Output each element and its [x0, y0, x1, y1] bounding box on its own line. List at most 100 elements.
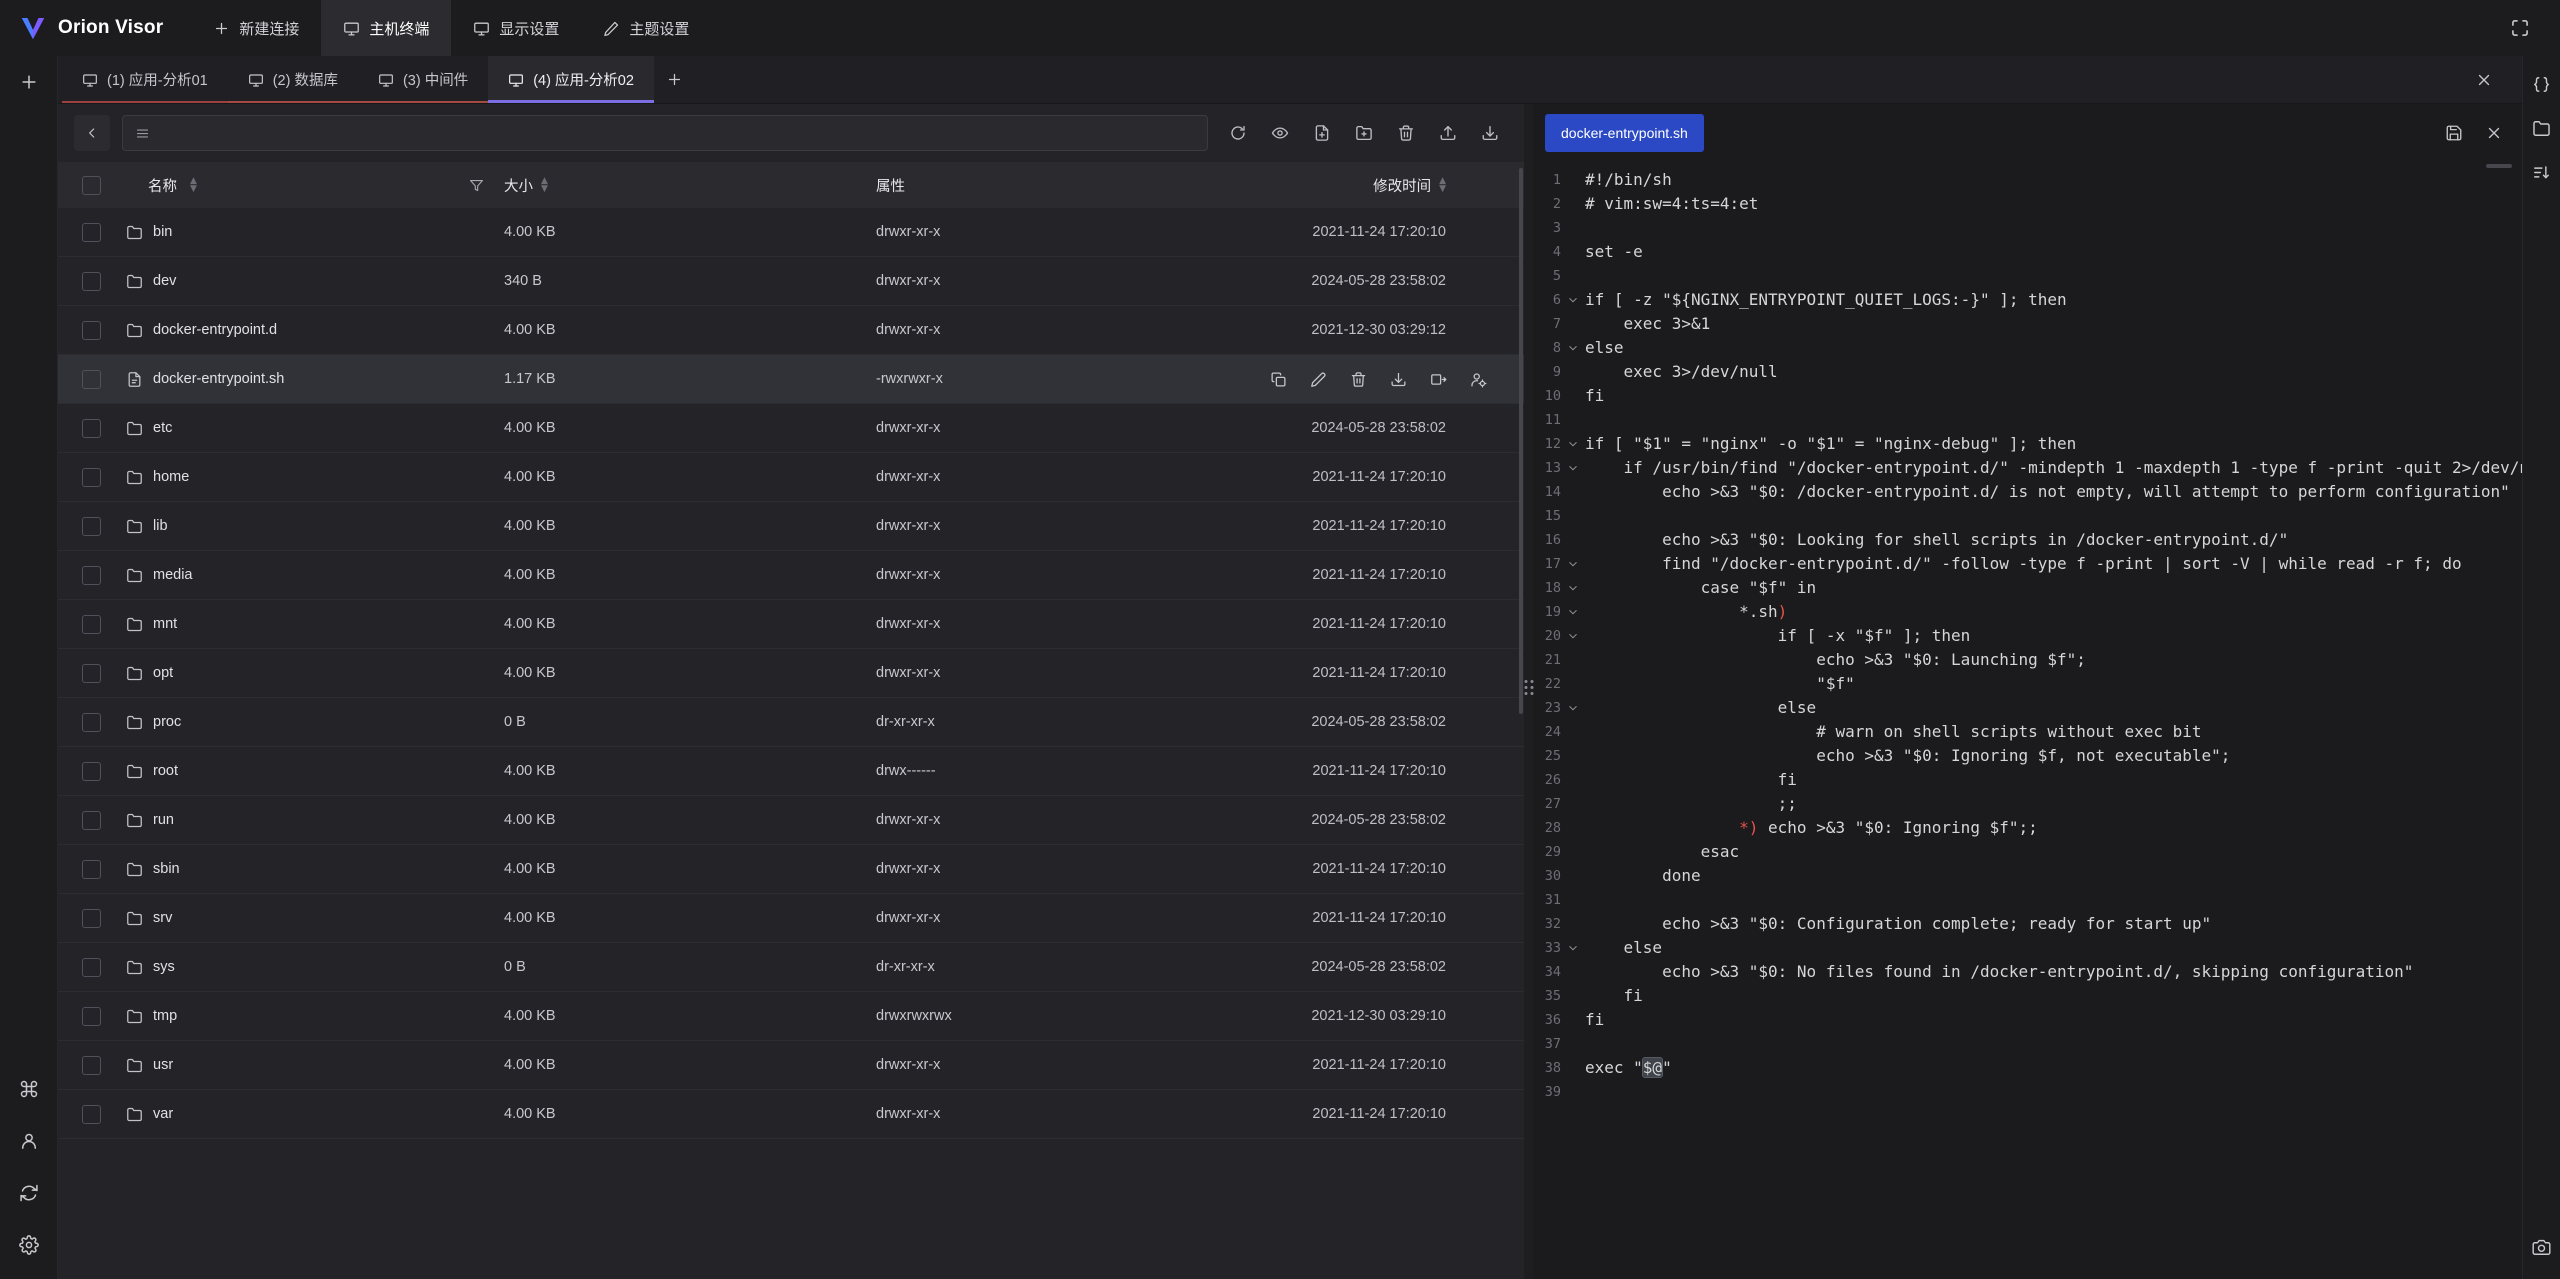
file-row[interactable]: tmp4.00 KBdrwxrwxrwx2021-12-30 03:29:10	[58, 992, 1524, 1041]
file-row[interactable]: var4.00 KBdrwxr-xr-x2021-11-24 17:20:10	[58, 1090, 1524, 1139]
screenshot-button[interactable]	[2528, 1233, 2556, 1261]
file-row[interactable]: opt4.00 KBdrwxr-xr-x2021-11-24 17:20:10	[58, 649, 1524, 698]
sort-carets[interactable]: ▲▼	[1439, 177, 1446, 193]
row-checkbox[interactable]	[82, 713, 101, 732]
add-tab-button[interactable]	[654, 56, 696, 103]
snippets-button[interactable]	[2528, 70, 2556, 98]
sync-button[interactable]	[11, 1175, 47, 1211]
column-header[interactable]: 大小▲▼	[500, 175, 874, 196]
row-checkbox[interactable]	[82, 272, 101, 291]
row-action-download-button[interactable]	[1385, 366, 1411, 392]
code-editor[interactable]: 1#!/bin/sh2# vim:sw=4:ts=4:et34set -e56i…	[1533, 162, 2522, 1279]
preview-button[interactable]	[1262, 115, 1298, 151]
row-action-move-button[interactable]	[1425, 366, 1451, 392]
row-checkbox[interactable]	[82, 664, 101, 683]
file-row[interactable]: bin4.00 KBdrwxr-xr-x2021-11-24 17:20:10	[58, 208, 1524, 257]
row-checkbox[interactable]	[82, 1056, 101, 1075]
row-action-permission-button[interactable]	[1465, 366, 1491, 392]
row-checkbox[interactable]	[82, 615, 101, 634]
column-header[interactable]: 修改时间▲▼	[1248, 175, 1524, 196]
back-button[interactable]	[74, 115, 110, 151]
settings-button[interactable]	[11, 1227, 47, 1263]
row-checkbox[interactable]	[82, 517, 101, 536]
row-checkbox[interactable]	[82, 1007, 101, 1026]
terminal-tab[interactable]: (4) 应用-分析02	[488, 56, 654, 103]
sort-panel-button[interactable]	[2528, 158, 2556, 186]
refresh-button[interactable]	[1220, 115, 1256, 151]
row-checkbox[interactable]	[82, 811, 101, 830]
file-row[interactable]: root4.00 KBdrwx------2021-11-24 17:20:10	[58, 747, 1524, 796]
file-tree-button[interactable]	[2528, 114, 2556, 142]
file-row[interactable]: run4.00 KBdrwxr-xr-x2024-05-28 23:58:02	[58, 796, 1524, 845]
file-row[interactable]: mnt4.00 KBdrwxr-xr-x2021-11-24 17:20:10	[58, 600, 1524, 649]
file-row[interactable]: sys0 Bdr-xr-xr-x2024-05-28 23:58:02	[58, 943, 1524, 992]
file-row[interactable]: proc0 Bdr-xr-xr-x2024-05-28 23:58:02	[58, 698, 1524, 747]
file-row[interactable]: usr4.00 KBdrwxr-xr-x2021-11-24 17:20:10	[58, 1041, 1524, 1090]
fold-chevron-icon[interactable]	[1567, 558, 1579, 570]
fold-chevron-icon[interactable]	[1567, 942, 1579, 954]
file-row[interactable]: media4.00 KBdrwxr-xr-x2021-11-24 17:20:1…	[58, 551, 1524, 600]
fullscreen-button[interactable]	[2502, 10, 2538, 46]
row-checkbox[interactable]	[82, 566, 101, 585]
row-checkbox[interactable]	[82, 958, 101, 977]
menu-item[interactable]: 主题设置	[581, 0, 711, 56]
fold-chevron-icon[interactable]	[1567, 702, 1579, 714]
row-checkbox[interactable]	[82, 468, 101, 487]
editor-close-button[interactable]	[2478, 117, 2510, 149]
fold-chevron-icon[interactable]	[1567, 438, 1579, 450]
file-row[interactable]: etc4.00 KBdrwxr-xr-x2024-05-28 23:58:02	[58, 404, 1524, 453]
file-row[interactable]: docker-entrypoint.sh1.17 KB-rwxrwxr-x	[58, 355, 1524, 404]
new-terminal-button[interactable]	[11, 64, 47, 100]
sort-carets[interactable]: ▲▼	[190, 177, 197, 193]
row-checkbox[interactable]	[82, 762, 101, 781]
file-list-scrollbar[interactable]	[1519, 168, 1523, 714]
new-file-button[interactable]	[1304, 115, 1340, 151]
row-action-edit-button[interactable]	[1305, 366, 1331, 392]
new-folder-button[interactable]	[1346, 115, 1382, 151]
row-checkbox[interactable]	[82, 321, 101, 340]
path-input[interactable]	[160, 125, 1195, 141]
filter-funnel-icon[interactable]	[469, 178, 484, 193]
sort-carets[interactable]: ▲▼	[541, 177, 548, 193]
save-button[interactable]	[2438, 117, 2470, 149]
fold-chevron-icon[interactable]	[1567, 606, 1579, 618]
file-row[interactable]: srv4.00 KBdrwxr-xr-x2021-11-24 17:20:10	[58, 894, 1524, 943]
editor-scrollbar[interactable]	[2486, 164, 2512, 168]
column-header[interactable]: 属性	[874, 175, 1248, 196]
row-checkbox[interactable]	[82, 370, 101, 389]
editor-file-tab[interactable]: docker-entrypoint.sh	[1545, 114, 1704, 152]
row-checkbox[interactable]	[82, 419, 101, 438]
terminal-tab[interactable]: (1) 应用-分析01	[62, 56, 228, 103]
brand[interactable]: Orion Visor	[18, 13, 163, 43]
menu-item[interactable]: 主机终端	[321, 0, 451, 56]
file-row[interactable]: lib4.00 KBdrwxr-xr-x2021-11-24 17:20:10	[58, 502, 1524, 551]
row-checkbox[interactable]	[82, 860, 101, 879]
file-row[interactable]: home4.00 KBdrwxr-xr-x2021-11-24 17:20:10	[58, 453, 1524, 502]
row-action-delete-button[interactable]	[1345, 366, 1371, 392]
user-button[interactable]	[11, 1123, 47, 1159]
fold-chevron-icon[interactable]	[1567, 462, 1579, 474]
terminal-tab[interactable]: (2) 数据库	[228, 56, 358, 103]
file-row[interactable]: sbin4.00 KBdrwxr-xr-x2021-11-24 17:20:10	[58, 845, 1524, 894]
panel-splitter[interactable]	[1524, 104, 1533, 1279]
close-terminal-button[interactable]	[2462, 56, 2506, 103]
select-all-checkbox[interactable]	[82, 176, 101, 195]
fold-chevron-icon[interactable]	[1567, 582, 1579, 594]
menu-item[interactable]: 新建连接	[191, 0, 321, 56]
row-checkbox[interactable]	[82, 1105, 101, 1124]
column-header[interactable]: 名称▲▼	[122, 175, 500, 196]
file-row[interactable]: docker-entrypoint.d4.00 KBdrwxr-xr-x2021…	[58, 306, 1524, 355]
file-row[interactable]: dev340 Bdrwxr-xr-x2024-05-28 23:58:02	[58, 257, 1524, 306]
download-button[interactable]	[1472, 115, 1508, 151]
fold-chevron-icon[interactable]	[1567, 294, 1579, 306]
fold-chevron-icon[interactable]	[1567, 630, 1579, 642]
row-checkbox[interactable]	[82, 909, 101, 928]
menu-item[interactable]: 显示设置	[451, 0, 581, 56]
row-action-copy-button[interactable]	[1265, 366, 1291, 392]
command-palette-button[interactable]	[11, 1071, 47, 1107]
row-checkbox[interactable]	[82, 223, 101, 242]
upload-button[interactable]	[1430, 115, 1466, 151]
delete-button[interactable]	[1388, 115, 1424, 151]
terminal-tab[interactable]: (3) 中间件	[358, 56, 488, 103]
fold-chevron-icon[interactable]	[1567, 342, 1579, 354]
